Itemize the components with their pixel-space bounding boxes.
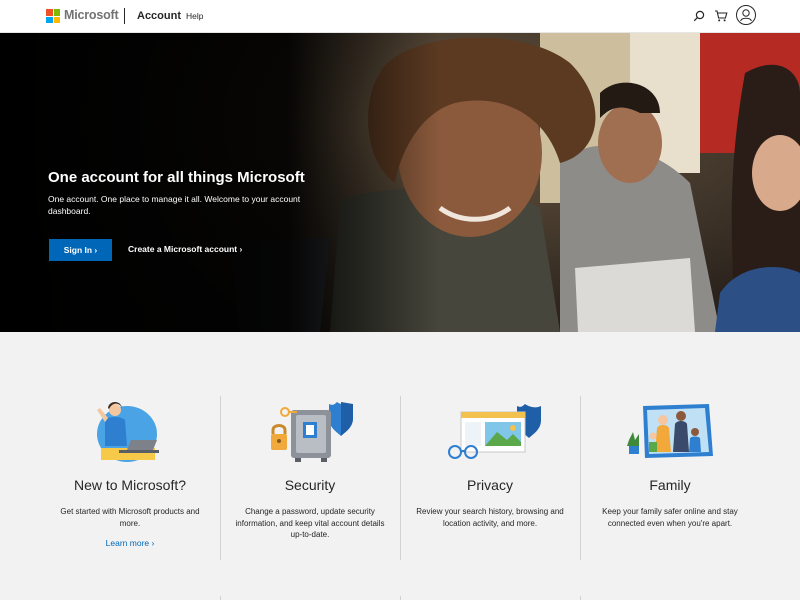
sign-in-button[interactable]: Sign In › xyxy=(49,239,112,261)
user-avatar-icon[interactable] xyxy=(736,5,756,25)
header-divider xyxy=(124,8,125,24)
card-description: Review your search history, browsing and… xyxy=(416,507,564,528)
site-header: Microsoft Account Help xyxy=(0,0,800,33)
security-safe-illustration-icon xyxy=(271,402,353,462)
hero-subtitle: One account. One place to manage it all.… xyxy=(48,194,301,216)
card-privacy[interactable]: Privacy Review your search history, brow… xyxy=(400,396,580,560)
card-title: Family xyxy=(649,477,691,493)
account-link[interactable]: Account xyxy=(137,10,181,22)
family-photo-illustration-icon xyxy=(627,404,713,458)
microsoft-logo-icon[interactable] xyxy=(46,9,60,23)
new-user-illustration-icon xyxy=(97,402,159,462)
create-account-link[interactable]: Create a Microsoft account › xyxy=(128,244,242,254)
card-description: Change a password, update security infor… xyxy=(235,507,385,539)
hero-title: One account for all things Microsoft xyxy=(48,169,305,186)
card-new-to-microsoft: New to Microsoft? Get started with Micro… xyxy=(40,396,220,560)
next-row-dividers xyxy=(40,596,760,600)
card-title: Privacy xyxy=(467,477,513,493)
cart-icon[interactable] xyxy=(713,8,729,24)
brand-name[interactable]: Microsoft xyxy=(64,8,119,22)
hero-banner: One account for all things Microsoft One… xyxy=(0,33,800,332)
search-icon[interactable] xyxy=(691,8,707,24)
card-description: Keep your family safer online and stay c… xyxy=(602,507,738,528)
learn-more-link[interactable]: Learn more › xyxy=(40,538,220,548)
feature-cards: New to Microsoft? Get started with Micro… xyxy=(40,396,760,560)
card-family[interactable]: Family Keep your family safer online and… xyxy=(580,396,760,560)
card-security[interactable]: Security Change a password, update secur… xyxy=(220,396,400,560)
privacy-browser-illustration-icon xyxy=(448,404,541,459)
card-title: New to Microsoft? xyxy=(73,477,187,493)
card-description: Get started with Microsoft products and … xyxy=(60,507,200,528)
card-title: Security xyxy=(284,477,336,493)
help-link[interactable]: Help xyxy=(186,11,203,21)
